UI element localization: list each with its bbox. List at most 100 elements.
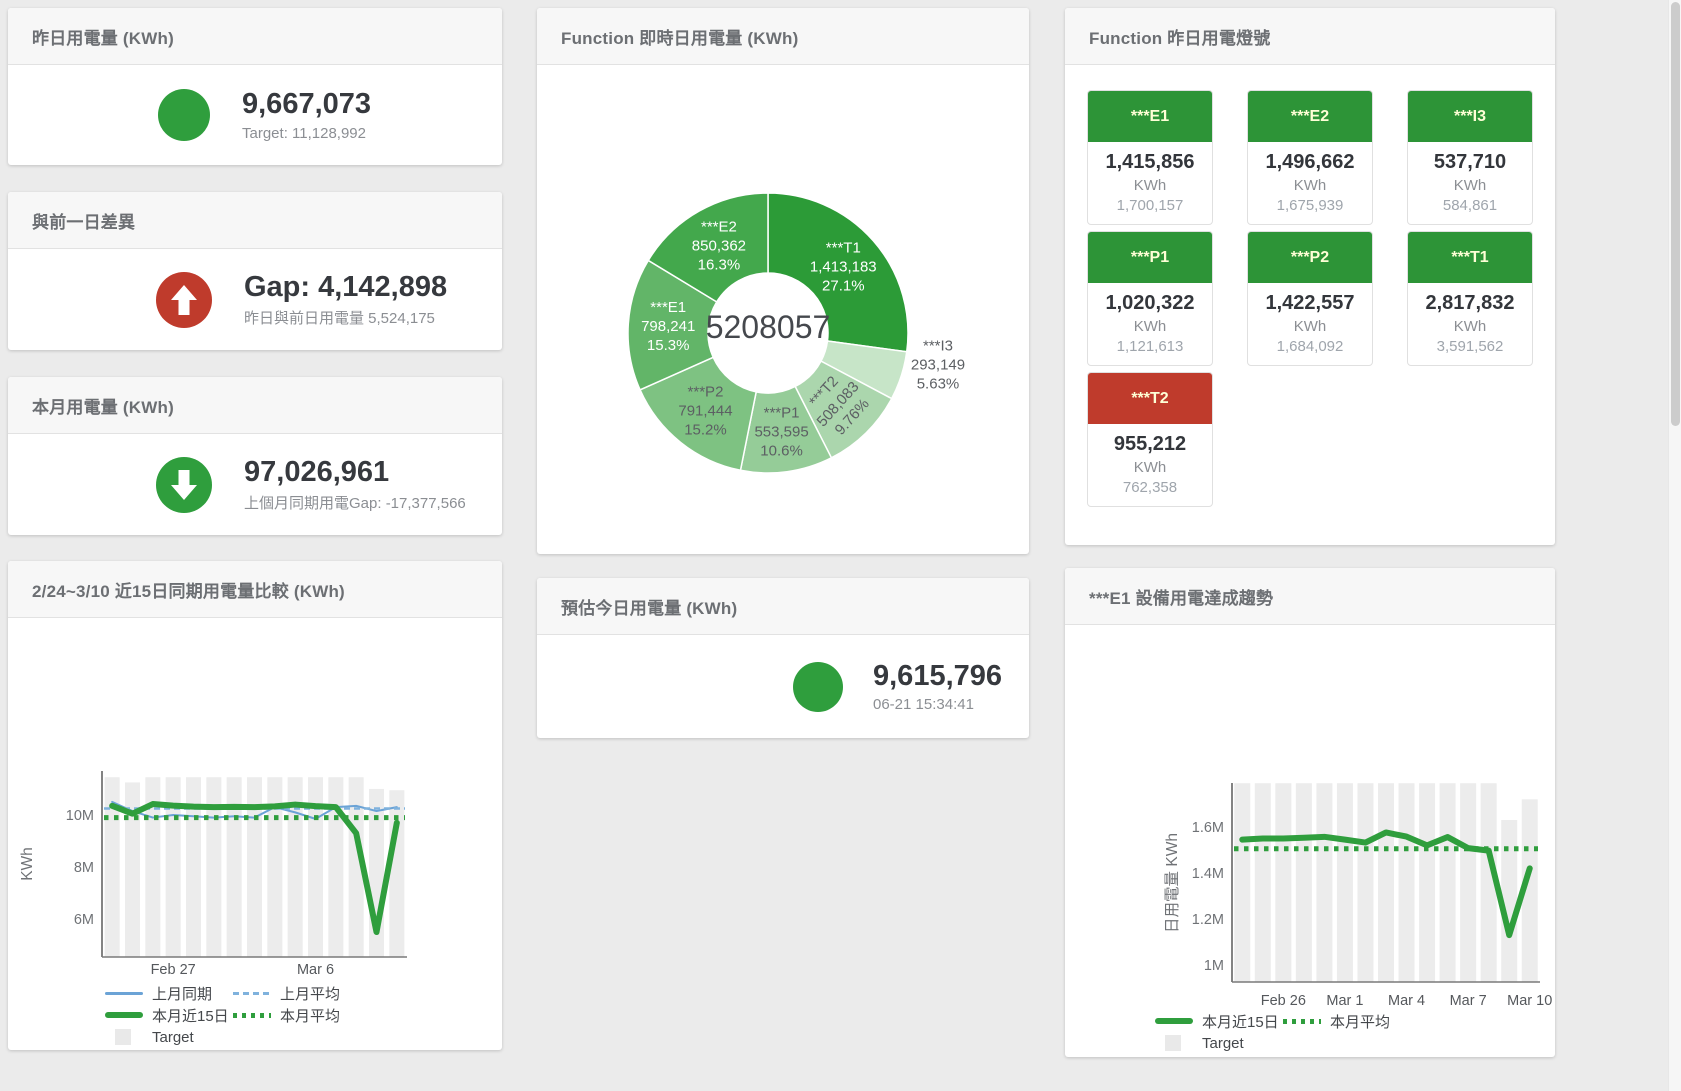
panel-compare-15day: 2/24~3/10 近15日同期用電量比較 (KWh) 10M8M6MFeb 2… (8, 561, 502, 1050)
legend-item[interactable]: 本月近15日 (1155, 1011, 1283, 1032)
legend-item[interactable]: 上月平均 (233, 983, 361, 1004)
up-arrow-icon (156, 272, 212, 328)
tile-value: 2,817,832 (1408, 292, 1532, 315)
tile-target-value: 3,591,562 (1408, 338, 1532, 355)
panel-body: 1.6M1.4M1.2M1MFeb 26Mar 1Mar 4Mar 7Mar 1… (1065, 625, 1555, 1057)
panel-body: 10M8M6MFeb 27Mar 6KWh 上月同期上月平均本月近15日本月平均… (8, 618, 502, 1050)
legend-item[interactable]: 本月平均 (233, 1005, 361, 1026)
donut-slice-label: 293,149 (911, 357, 965, 374)
donut-slice-label: ***P1 (764, 405, 800, 422)
tile-target-value: 762,358 (1088, 479, 1212, 496)
panel-header: 與前一日差異 (8, 192, 502, 249)
dashed-line-swatch-icon (233, 985, 271, 1001)
legend-item[interactable]: Target (1155, 1035, 1283, 1052)
status-circle-icon (158, 89, 210, 141)
donut-slice-label: 553,595 (754, 424, 808, 441)
target-bar (1255, 783, 1271, 982)
panel-body: Gap: 4,142,898 昨日與前日用電量 5,524,175 (8, 249, 502, 350)
light-tile-P2: ***P21,422,557KWh1,684,092 (1247, 231, 1373, 366)
thin-line-swatch-icon (105, 985, 143, 1001)
status-circle-icon (793, 662, 843, 712)
panel-header: 昨日用電量 (KWh) (8, 8, 502, 65)
panel-header: ***E1 設備用電達成趨勢 (1065, 568, 1555, 625)
y-axis-title: 日用電量 KWh (1164, 833, 1181, 933)
panel-title[interactable]: Function 即時日用電量 (KWh) (561, 24, 798, 49)
donut-slice-label: 27.1% (822, 278, 865, 295)
panel-header: 本月用電量 (KWh) (8, 377, 502, 434)
tile-target-value: 1,700,157 (1088, 197, 1212, 214)
x-tick-label: Mar 4 (1388, 993, 1425, 1009)
tile-header: ***T1 (1408, 232, 1532, 283)
panel-body: 97,026,961 上個月同期用電Gap: -17,377,566 (8, 434, 502, 535)
legend-label: 上月平均 (280, 983, 340, 1004)
panel-body: ***E11,415,856KWh1,700,157***E21,496,662… (1065, 65, 1555, 545)
panel-header: 預估今日用電量 (KWh) (537, 578, 1029, 635)
target-bar (1419, 783, 1435, 982)
light-tile-T2: ***T2955,212KWh762,358 (1087, 372, 1213, 507)
target-bar (1440, 783, 1456, 982)
panel-body: ***T11,413,18327.1%***I3293,1495.63%***T… (537, 65, 1029, 554)
donut-slice-label: 10.6% (760, 443, 803, 460)
donut-slice-label: 791,444 (678, 403, 732, 420)
tile-value: 537,710 (1408, 151, 1532, 174)
panel-title[interactable]: Function 昨日用電燈號 (1089, 24, 1270, 49)
tile-value: 1,422,557 (1248, 292, 1372, 315)
donut-slice-label: ***E1 (650, 299, 686, 316)
donut-slice-label: 15.3% (647, 337, 690, 354)
panel-realtime-donut: Function 即時日用電量 (KWh) ***T11,413,18327.1… (537, 8, 1029, 554)
panel-month-usage: 本月用電量 (KWh) 97,026,961 上個月同期用電Gap: -17,3… (8, 377, 502, 535)
legend-item[interactable]: 上月同期 (105, 983, 233, 1004)
x-tick-label: Mar 10 (1507, 993, 1552, 1009)
vertical-scrollbar[interactable] (1668, 0, 1681, 1091)
thick-line-swatch-icon (1155, 1013, 1193, 1029)
panel-title[interactable]: 2/24~3/10 近15日同期用電量比較 (KWh) (32, 577, 345, 602)
legend-label: Target (1202, 1035, 1244, 1052)
scrollbar-thumb[interactable] (1671, 2, 1680, 426)
panel-body: 9,667,073 Target: 11,128,992 (8, 65, 502, 165)
panel-header: 2/24~3/10 近15日同期用電量比較 (KWh) (8, 561, 502, 618)
donut-slice-label: 850,362 (692, 237, 746, 254)
x-tick-label: Mar 7 (1450, 993, 1487, 1009)
panel-estimate-today: 預估今日用電量 (KWh) 9,615,796 06-21 15:34:41 (537, 578, 1029, 738)
legend-item[interactable]: 本月近15日 (105, 1005, 233, 1026)
light-tile-E2: ***E21,496,662KWh1,675,939 (1247, 90, 1373, 225)
donut-slice-label: 16.3% (698, 256, 741, 273)
panel-title[interactable]: 預估今日用電量 (KWh) (561, 594, 737, 619)
tile-header: ***I3 (1408, 91, 1532, 142)
donut-slice-label: 798,241 (641, 318, 695, 335)
donut-slice-label: ***E2 (701, 218, 737, 235)
stat-value: Gap: 4,142,898 (244, 271, 447, 304)
tile-unit: KWh (1248, 318, 1372, 335)
panel-title[interactable]: 與前一日差異 (32, 208, 135, 233)
panel-title[interactable]: 本月用電量 (KWh) (32, 393, 174, 418)
tile-header: ***P1 (1088, 232, 1212, 283)
tile-value: 1,415,856 (1088, 151, 1212, 174)
down-arrow-icon (156, 457, 212, 513)
panel-title[interactable]: 昨日用電量 (KWh) (32, 24, 174, 49)
donut-slice-label: 1,413,183 (810, 259, 877, 276)
legend-label: 上月同期 (152, 983, 212, 1004)
target-bar (1234, 783, 1250, 982)
stat-subtext: 06-21 15:34:41 (873, 696, 1002, 713)
target-swatch-icon (1155, 1035, 1193, 1051)
y-tick-label: 1.2M (1192, 912, 1224, 928)
light-tile-T1: ***T1 2,817,832 KWh 3,591,562 (1407, 231, 1533, 366)
tile-unit: KWh (1408, 318, 1532, 335)
panel-title[interactable]: ***E1 設備用電達成趨勢 (1089, 584, 1273, 609)
y-tick-label: 10M (66, 808, 94, 824)
donut-chart: ***T11,413,18327.1%***I3293,1495.63%***T… (537, 65, 1029, 554)
target-bar (1399, 783, 1415, 982)
legend-label: 本月平均 (1330, 1011, 1390, 1032)
legend-item[interactable]: Target (105, 1029, 233, 1046)
panel-gap-previous-day: 與前一日差異 Gap: 4,142,898 昨日與前日用電量 5,524,175 (8, 192, 502, 350)
legend-label: 本月近15日 (152, 1005, 229, 1026)
x-tick-label: Feb 26 (1261, 993, 1306, 1009)
stat-value: 9,667,073 (242, 88, 371, 121)
panel-yesterday-lights: Function 昨日用電燈號 ***E11,415,856KWh1,700,1… (1065, 8, 1555, 545)
donut-center-total: 5208057 (706, 309, 831, 345)
tile-header: ***E2 (1248, 91, 1372, 142)
legend-item[interactable]: 本月平均 (1283, 1011, 1411, 1032)
tile-unit: KWh (1088, 318, 1212, 335)
tile-header: ***P2 (1248, 232, 1372, 283)
panel-header: Function 昨日用電燈號 (1065, 8, 1555, 65)
